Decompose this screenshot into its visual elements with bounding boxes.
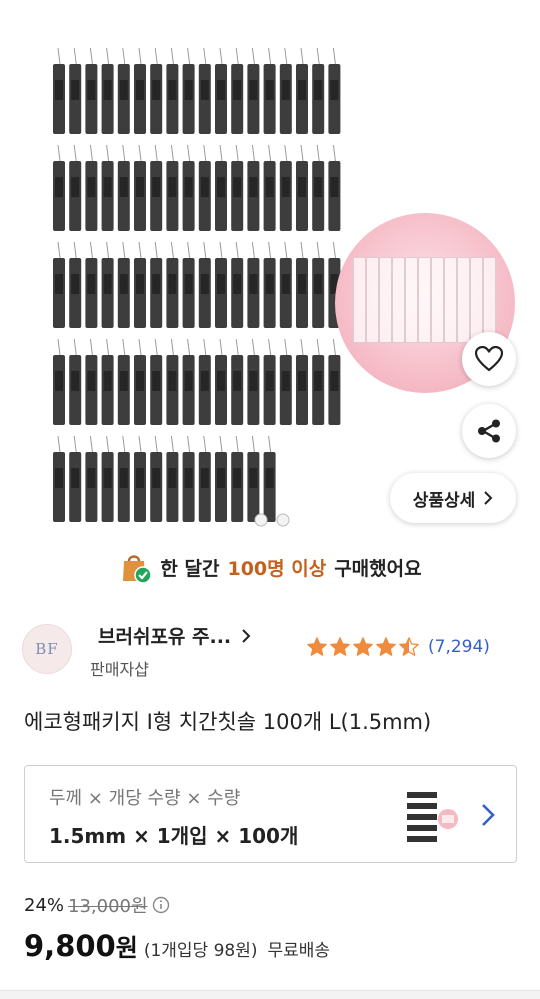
review-count-link[interactable]: (7,294) [428,637,490,657]
star-icon [330,637,350,656]
share-button[interactable] [462,404,516,458]
chevron-right-icon [242,628,251,643]
seller-type: 판매자샵 [90,660,149,679]
banner-suffix: 구매했어요 [334,557,422,580]
rating-summary[interactable]: (7,294) [306,636,490,658]
bottom-bar [0,990,540,999]
brush-cap-tube [470,257,483,343]
product-detail-label: 상품상세 [412,490,476,511]
banner-highlight: 100명 이상 [227,557,327,580]
seller-name: 브러쉬포유 주... [98,626,232,648]
seller-logo[interactable]: BF [22,624,72,674]
final-price-number: 9,800 [24,929,116,963]
brush-cap-tube [366,257,379,343]
final-price-unit: 원 [115,934,138,962]
brush-cap-tube [379,257,392,343]
star-icon [307,637,327,656]
seller-logo-text: BF [35,640,59,658]
product-title: 에코형패키지 I형 치간칫솔 100개 L(1.5mm) [24,710,432,734]
seller-name-link[interactable]: 브러쉬포유 주... [98,622,251,649]
brush-grid-illustration [53,47,341,527]
chevron-right-icon [482,804,495,826]
option-thumbnail [407,792,458,842]
banner-prefix: 한 달간 [160,557,220,580]
share-icon [478,419,500,443]
option-value: 1.5mm × 1개입 × 100개 [49,824,299,848]
brush-cap-tube [418,257,431,343]
brush-cap-tube [353,257,366,343]
original-price: 13,000원 [68,896,148,917]
shopping-bag-check-icon [123,555,153,584]
rating-stars [306,636,420,658]
option-label: 두께 × 개당 수량 × 수량 [49,788,241,809]
seller-row[interactable]: BF 브러쉬포유 주... 판매자샵 (7,294) [22,618,522,682]
product-detail-button[interactable]: 상품상세 [390,473,516,523]
purchase-count-banner: 한 달간 100명 이상 구매했어요 [0,544,540,590]
brush-cap-tube [431,257,444,343]
info-icon[interactable] [152,896,170,914]
discount-rate: 24% [24,894,65,916]
brush-cap-tube [405,257,418,343]
price-row: 9,800원 (1개입당 98원) 무료배송 [24,928,330,963]
chevron-right-icon [484,491,493,505]
unit-price: (1개입당 98원) [143,941,258,961]
discount-row: 24% 13,000원 [24,892,170,918]
product-image[interactable]: 상품상세 [0,0,540,540]
option-selector[interactable]: 두께 × 개당 수량 × 수량 1.5mm × 1개입 × 100개 [24,765,517,863]
brush-cap-tube [392,257,405,343]
brush-cap-tube [483,257,496,343]
final-price: 9,800원 [24,928,138,963]
star-icon [399,637,419,656]
heart-icon [475,346,503,372]
brush-cap-tube [444,257,457,343]
shipping-info: 무료배송 [267,941,331,961]
star-icon [353,637,373,656]
brush-cap-tube [457,257,470,343]
like-button[interactable] [462,332,516,386]
star-icon [376,637,396,656]
